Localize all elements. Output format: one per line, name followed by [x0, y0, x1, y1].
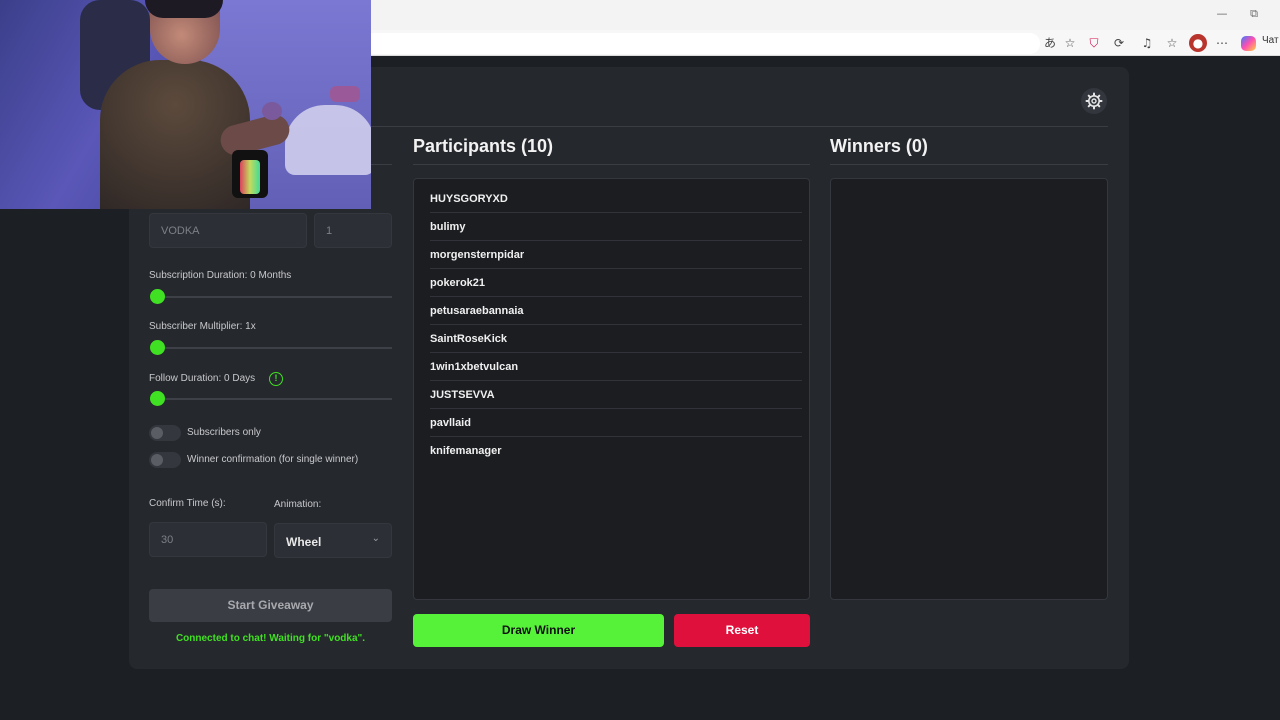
participants-title: Participants (10) [413, 136, 554, 156]
draw-winner-button[interactable]: Draw Winner [413, 614, 664, 647]
start-giveaway-button[interactable]: Start Giveaway [149, 589, 392, 622]
translate-icon[interactable]: あ [1041, 34, 1059, 52]
animation-label: Animation: [274, 499, 322, 510]
subscription-duration-label: Subscription Duration: 0 Months [149, 270, 292, 281]
follow-duration-slider[interactable] [157, 398, 392, 400]
extensions-icon[interactable]: ⟳ [1110, 34, 1128, 52]
subscriber-multiplier-slider[interactable] [157, 347, 392, 349]
toggle-knob [151, 427, 163, 439]
subscription-duration-slider[interactable] [157, 296, 392, 298]
reset-button[interactable]: Reset [674, 614, 810, 647]
confirm-time-input[interactable]: 30 [149, 522, 267, 557]
more-menu-icon[interactable]: ⋯ [1213, 34, 1231, 52]
connection-status: Connected to chat! Waiting for "vodka". [175, 633, 366, 644]
media-control-icon[interactable]: ♫ [1138, 34, 1156, 52]
address-bar[interactable] [360, 33, 1040, 54]
chat-button-label[interactable]: Чат [1262, 35, 1279, 46]
profile-avatar[interactable]: ● [1189, 34, 1207, 52]
settings-divider [371, 164, 392, 165]
subscription-duration-handle[interactable] [150, 289, 165, 304]
info-icon[interactable]: ! [269, 372, 283, 386]
winner-confirmation-label: Winner confirmation (for single winner) [187, 454, 359, 465]
confirm-time-label: Confirm Time (s): [149, 498, 226, 509]
webcam-overlay [0, 0, 371, 209]
winners-title: Winners (0) [830, 136, 928, 156]
participant-item: JUSTSEVVA [430, 381, 802, 409]
favorites-icon[interactable]: ☆ [1163, 34, 1181, 52]
participant-item: 1win1xbetvulcan [430, 353, 802, 381]
winner-confirmation-toggle[interactable] [149, 452, 181, 468]
shield-extension-icon[interactable]: ⛉ [1085, 34, 1103, 52]
header-divider [371, 126, 1108, 127]
restore-window-button[interactable]: ⧉ [1246, 6, 1262, 22]
participant-item: bulimy [430, 213, 802, 241]
subscriber-multiplier-label: Subscriber Multiplier: 1x [149, 321, 256, 332]
winner-count-input[interactable]: 1 [314, 213, 392, 248]
gear-icon [1085, 92, 1103, 110]
participant-item: HUYSGORYXD [430, 185, 802, 213]
follow-duration-handle[interactable] [150, 391, 165, 406]
subscribers-only-label: Subscribers only [187, 427, 261, 438]
minimize-window-button[interactable]: — [1214, 6, 1230, 22]
participant-item: SaintRoseKick [430, 325, 802, 353]
animation-select-value: Wheel [286, 535, 322, 549]
participant-item: morgensternpidar [430, 241, 802, 269]
participant-item: knifemanager [430, 445, 502, 457]
copilot-icon[interactable] [1241, 36, 1256, 51]
participant-item: petusaraebannaia [430, 297, 802, 325]
animation-select[interactable]: Wheel ⌄ [274, 523, 392, 558]
subscriber-multiplier-handle[interactable] [150, 340, 165, 355]
toggle-knob [151, 454, 163, 466]
participant-item: pavllaid [430, 409, 802, 437]
participants-list[interactable]: HUYSGORYXD bulimy morgensternpidar poker… [413, 178, 810, 600]
follow-duration-label: Follow Duration: 0 Days [149, 373, 256, 384]
settings-button[interactable] [1081, 88, 1107, 114]
subscribers-only-toggle[interactable] [149, 425, 181, 441]
chevron-down-icon: ⌄ [371, 533, 380, 544]
favorite-star-icon[interactable]: ☆ [1061, 34, 1079, 52]
keyword-input[interactable]: VODKA [149, 213, 307, 248]
participants-divider [413, 164, 810, 165]
winners-divider [830, 164, 1108, 165]
winners-list[interactable] [830, 178, 1108, 600]
participant-item: pokerok21 [430, 269, 802, 297]
